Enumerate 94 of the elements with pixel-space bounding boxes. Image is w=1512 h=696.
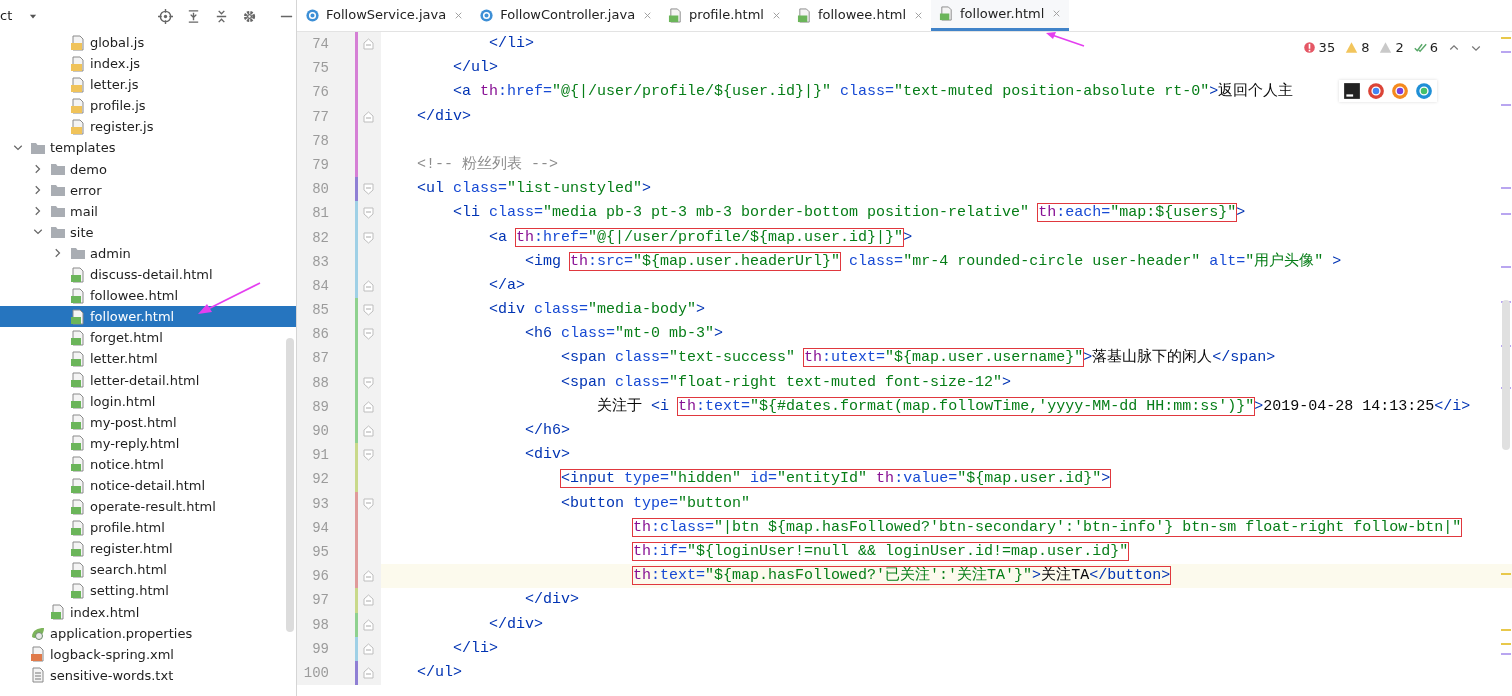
line-number: 90 — [312, 422, 329, 441]
tree-item[interactable]: followee.html — [0, 285, 296, 307]
editor-tab[interactable]: follower.html — [931, 0, 1070, 31]
tree-item[interactable]: discuss-detail.html — [0, 264, 296, 286]
tree-item[interactable]: notice-detail.html — [0, 474, 296, 497]
code-line: <ul class="list-unstyled"> — [417, 179, 652, 200]
line-number: 84 — [312, 276, 329, 296]
line-number: 89 — [312, 397, 329, 417]
tree-item[interactable]: site — [0, 221, 296, 243]
code-line: <!-- 粉丝列表 --> — [417, 154, 558, 175]
line-number: 80 — [312, 180, 329, 200]
code-line: <li class="media pb-3 pt-3 mb-3 border-bottom position-relative" th:each="map:${users}"> — [453, 203, 1246, 224]
tree-item[interactable]: my-reply.html — [0, 432, 296, 454]
problem-count: 2 — [1395, 39, 1404, 57]
tree-item[interactable]: error — [0, 179, 296, 201]
tree-item[interactable]: letter.html — [0, 348, 296, 370]
tree-item[interactable]: application.properties — [0, 622, 296, 644]
line-number: 98 — [312, 615, 329, 635]
tree-item[interactable]: register.html — [0, 538, 296, 560]
tree-item[interactable]: index.js — [0, 53, 296, 75]
code-line: </a> — [489, 275, 526, 296]
tree-item[interactable]: global.js — [0, 32, 296, 54]
tree-item[interactable]: search.html — [0, 559, 296, 581]
tree-item[interactable]: mail — [0, 200, 296, 222]
problem-count: 35 — [1318, 39, 1336, 57]
code-line: <button type="button" — [561, 493, 751, 514]
line-number: 92 — [312, 470, 329, 490]
code-line: </div> — [489, 614, 544, 635]
line-number: 96 — [312, 567, 329, 587]
line-number: 77 — [312, 107, 329, 127]
tree-item[interactable]: admin — [0, 242, 296, 265]
code-line: <span class="text-success" th:utext="${map.user.username}">落基山脉下的闲人</span> — [561, 347, 1276, 369]
code-line: </ul> — [453, 58, 498, 79]
tree-item[interactable]: operate-result.html — [0, 496, 296, 518]
line-number: 85 — [312, 301, 329, 321]
line-number: 93 — [312, 494, 329, 514]
line-number: 94 — [312, 518, 329, 538]
line-number: 86 — [312, 325, 329, 345]
line-number: 81 — [312, 204, 329, 224]
line-number: 87 — [312, 349, 329, 369]
tree-item[interactable]: login.html — [0, 390, 296, 412]
tree-item[interactable]: index.html — [0, 601, 296, 623]
code-line: th:class="|btn ${map.hasFollowed?'btn-secondary':'btn-info'} btn-sm float-right follow-btn|" — [633, 517, 1462, 538]
tree-item[interactable]: letter-detail.html — [0, 369, 296, 391]
line-number: 83 — [312, 252, 329, 272]
code-line: <span class="float-right text-muted font-size-12"> — [561, 372, 1012, 393]
editor-tab[interactable]: profile.html — [660, 0, 789, 31]
code-line: <div> — [525, 445, 571, 466]
code-line: </div> — [525, 590, 580, 611]
line-number: 78 — [312, 131, 329, 151]
code-line: <div class="media-body"> — [489, 300, 706, 321]
tree-item[interactable]: setting.html — [0, 580, 296, 602]
line-number: 95 — [312, 542, 329, 562]
code-line: th:text="${map.hasFollowed?'已关注':'关注TA'}">关注TA</button> — [633, 566, 1171, 587]
tree-item[interactable]: logback-spring.xml — [0, 643, 296, 665]
code-line: </div> — [417, 106, 471, 127]
problem-count: 6 — [1429, 39, 1438, 57]
tree-item[interactable]: profile.js — [0, 95, 296, 117]
panel-title: ct — [0, 7, 13, 26]
code-line: 关注于 <i th:text="${#dates.format(map.followTime,'yyyy-MM-dd HH:mm:ss')}">2019-04-28 14:13:25</i> — [597, 396, 1471, 417]
tree-item[interactable]: demo — [0, 158, 296, 180]
code-line: <a th:href="@{|/user/profile/${map.user.id}|}"> — [489, 227, 913, 248]
editor-tab[interactable]: FollowController.java — [471, 0, 661, 31]
tree-item[interactable]: forget.html — [0, 327, 296, 349]
tree-item[interactable]: profile.html — [0, 517, 296, 539]
tree-item[interactable]: follower.html — [0, 306, 296, 328]
code-line: th:if="${loginUser!=null && loginUser.id!=map.user.id}" — [633, 541, 1129, 562]
line-number: 97 — [312, 591, 329, 611]
line-number: 99 — [312, 639, 329, 659]
code-line: <img th:src="${map.user.headerUrl}" class="mr-4 rounded-circle user-header" alt="用户头像" > — [525, 251, 1342, 272]
editor-tab[interactable]: followee.html — [788, 0, 931, 31]
line-number: 82 — [312, 228, 329, 248]
tree-item[interactable]: my-post.html — [0, 411, 296, 433]
code-line: <input type="hidden" id="entityId" th:value="${map.user.id}"> — [561, 469, 1111, 490]
line-number: 76 — [312, 83, 329, 103]
tree-item[interactable]: register.js — [0, 116, 296, 138]
editor-tab[interactable]: FollowService.java — [297, 0, 472, 31]
problem-count: 8 — [1361, 39, 1370, 57]
tree-item[interactable]: sensitive-words.txt — [0, 664, 296, 686]
line-number: 74 — [312, 35, 329, 54]
line-number: 79 — [312, 155, 329, 175]
code-line: </li> — [489, 34, 535, 54]
code-line: </li> — [453, 638, 498, 659]
line-number: 75 — [312, 59, 329, 79]
line-number: 88 — [312, 373, 329, 393]
code-line: </h6> — [525, 421, 571, 441]
code-line: <a th:href="@{|/user/profile/${user.id}|}" class="text-muted position-absolute rt-0">返回个人主 — [453, 81, 1294, 103]
line-number: 91 — [312, 446, 329, 466]
tree-item[interactable]: letter.js — [0, 74, 296, 96]
tree-item[interactable]: notice.html — [0, 453, 296, 475]
tree-item[interactable]: templates — [0, 137, 296, 159]
code-line: <h6 class="mt-0 mb-3"> — [525, 324, 724, 345]
code-line: </ul> — [417, 662, 462, 683]
line-number: 100 — [303, 663, 329, 683]
